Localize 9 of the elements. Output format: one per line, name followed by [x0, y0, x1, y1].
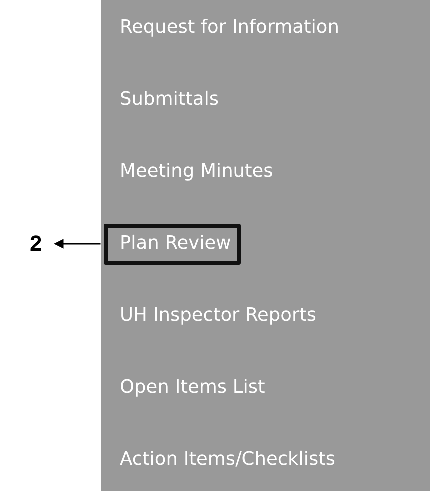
menu-item[interactable]: Open Items List — [104, 368, 276, 408]
menu-item[interactable]: Request for Information — [104, 8, 350, 48]
menu-item[interactable]: UH Inspector Reports — [104, 296, 326, 336]
menu-item[interactable]: Meeting Minutes — [104, 152, 284, 192]
menu-item[interactable]: Action Items/Checklists — [104, 440, 346, 480]
menu-item[interactable]: Submittals — [104, 80, 229, 120]
callout-number: 2 — [30, 231, 42, 257]
arrow-icon — [54, 238, 101, 250]
menu-item[interactable]: Plan Review — [104, 224, 242, 264]
